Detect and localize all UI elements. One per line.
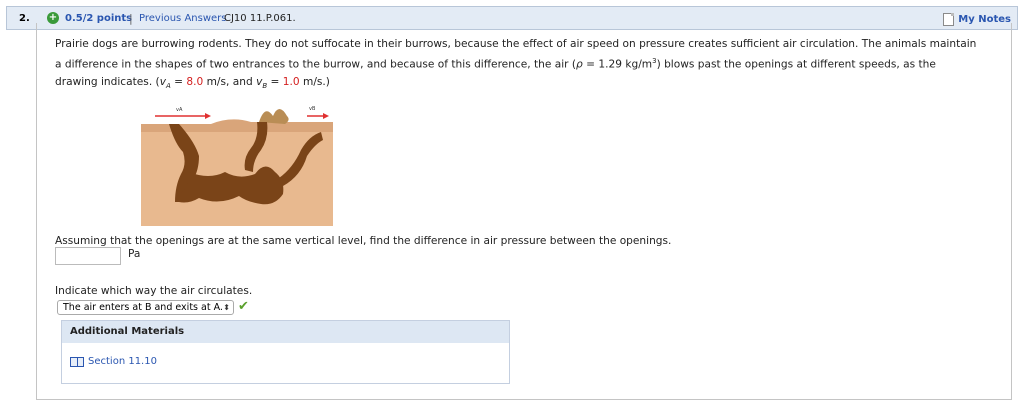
additional-materials-panel: Additional Materials Section 11.10 — [61, 320, 510, 384]
problem-line-3: drawing indicates. (vA = 8.0 m/s, and vB… — [55, 75, 330, 90]
arrowhead-b — [323, 113, 329, 119]
section-link-label: Section 11.10 — [88, 356, 157, 367]
book-icon — [70, 356, 84, 367]
soil-block — [141, 124, 333, 226]
question-number: 2. — [19, 13, 30, 24]
circulation-select[interactable]: The air enters at B and exits at A. ⬍ — [57, 300, 234, 315]
prairie-dogs — [259, 109, 289, 124]
correct-check-icon: ✔ — [238, 299, 249, 314]
select-arrow-icon: ⬍ — [223, 303, 230, 312]
problem-text: Prairie dogs are burrowing rodents. They… — [55, 36, 1005, 95]
problem-line-1: Prairie dogs are burrowing rodents. They… — [55, 38, 977, 50]
pressure-answer-input[interactable] — [55, 247, 121, 265]
part2-question: Indicate which way the air circulates. — [55, 285, 253, 297]
arrowhead-a — [205, 113, 211, 119]
problem-line-2: a difference in the shapes of two entran… — [55, 57, 936, 71]
select-value: The air enters at B and exits at A. — [63, 302, 223, 313]
part1-question: Assuming that the openings are at the sa… — [55, 235, 672, 247]
va-value: 8.0 — [186, 75, 204, 88]
unit-label: Pa — [128, 248, 141, 260]
additional-materials-title: Additional Materials — [62, 321, 509, 343]
vb-value: 1.0 — [282, 75, 300, 88]
burrow-figure: vA vB — [141, 106, 333, 226]
section-link[interactable]: Section 11.10 — [70, 356, 157, 367]
label-va: vA — [176, 107, 183, 113]
label-vb: vB — [309, 106, 316, 112]
